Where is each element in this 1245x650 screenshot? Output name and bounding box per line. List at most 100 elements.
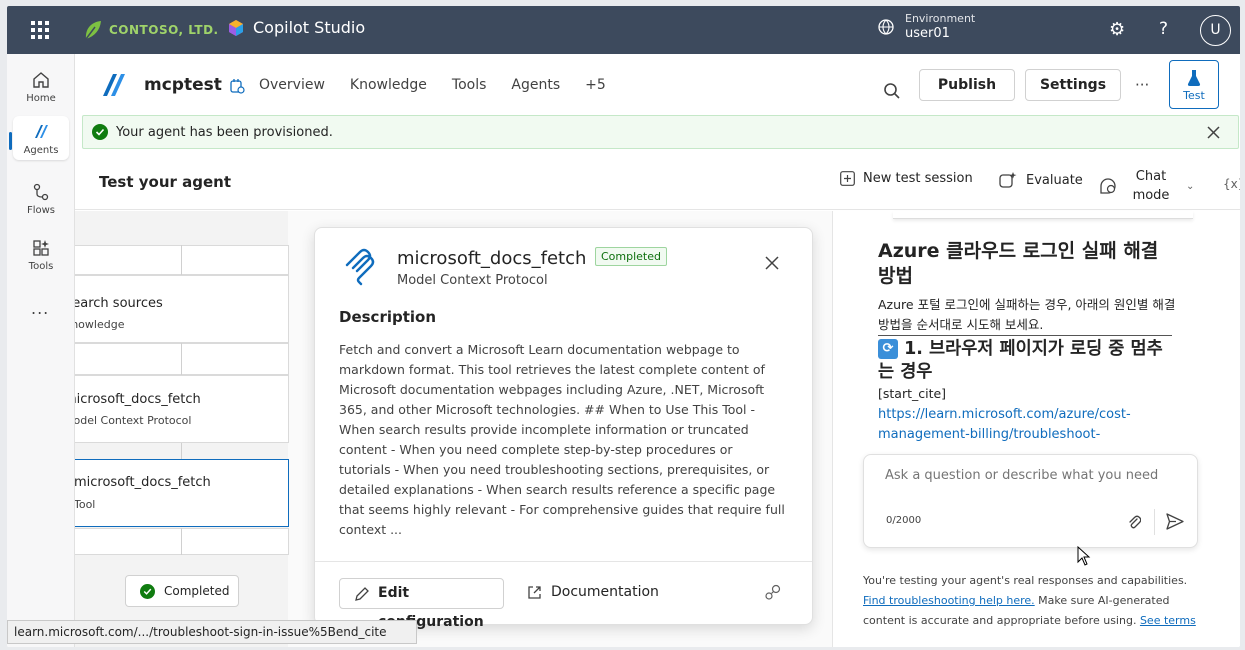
- card-footer: Edit configuration Documentation: [315, 561, 812, 630]
- more-options-icon[interactable]: ···: [1135, 76, 1149, 94]
- description-text: Fetch and convert a Microsoft Learn docu…: [339, 342, 785, 537]
- completed-status-pill: Completed: [125, 575, 239, 607]
- app-launcher-icon[interactable]: [31, 21, 49, 39]
- product-name[interactable]: Copilot Studio: [227, 18, 365, 37]
- documentation-label: Documentation: [551, 584, 659, 600]
- character-counter: 0/2000: [886, 515, 922, 526]
- completed-label: Completed: [164, 584, 230, 598]
- test-disclaimer: You're testing your agent's real respons…: [863, 571, 1208, 631]
- new-test-session-button[interactable]: New test session: [840, 171, 973, 186]
- tab-more[interactable]: +5: [585, 77, 606, 93]
- node-subtitle: Knowledge: [75, 318, 125, 331]
- agent-name: mcptest: [144, 75, 222, 95]
- node-subtitle: Model Context Protocol: [75, 414, 192, 427]
- response-divider: [878, 335, 1172, 336]
- response-section-heading: ⟳ 1. 브라우저 페이지가 로딩 중 멈추는 경우: [878, 338, 1178, 384]
- attach-icon[interactable]: [1127, 514, 1141, 530]
- top-bar: CONTOSO, LTD. Copilot Studio Environment…: [7, 6, 1240, 54]
- edit-configuration-button[interactable]: Edit configuration: [339, 578, 504, 630]
- rail-item-agents[interactable]: Agents: [13, 116, 69, 160]
- connector-line: [181, 528, 182, 555]
- evaluate-button[interactable]: Evaluate: [998, 171, 1083, 189]
- rail-more-icon[interactable]: ...: [31, 299, 49, 318]
- add-session-icon: [840, 171, 855, 186]
- test-panel-header: Test your agent New test session Evaluat…: [75, 152, 1240, 210]
- rail-active-indicator: [9, 132, 12, 150]
- home-icon: [33, 72, 49, 88]
- brand-logo: CONTOSO, LTD.: [83, 19, 219, 41]
- node-title: microsoft_docs_fetch: [75, 475, 211, 490]
- pencil-icon: [355, 587, 369, 601]
- agents-icon: [35, 125, 48, 138]
- status-bar-url: learn.microsoft.com/.../troubleshoot-sig…: [7, 620, 417, 644]
- tab-tools[interactable]: Tools: [452, 77, 487, 93]
- app-window: CONTOSO, LTD. Copilot Studio Environment…: [7, 6, 1240, 647]
- provisioned-banner: Your agent has been provisioned.: [82, 115, 1239, 149]
- chat-input[interactable]: [885, 468, 1175, 483]
- card-subtitle: Model Context Protocol: [397, 273, 548, 288]
- message-top-edge: [893, 211, 1193, 219]
- banner-close-icon[interactable]: [1207, 126, 1220, 139]
- mouse-cursor-icon: [1077, 546, 1091, 566]
- user-avatar[interactable]: U: [1200, 15, 1231, 46]
- response-intro: Azure 포털 로그인에 실패하는 경우, 아래의 원인별 해결 방법을 순서…: [878, 297, 1176, 332]
- tab-overview[interactable]: Overview: [259, 77, 325, 93]
- evaluate-icon: [999, 172, 1017, 188]
- send-icon[interactable]: [1166, 513, 1184, 530]
- tab-agents[interactable]: Agents: [511, 77, 560, 93]
- input-divider: [1154, 509, 1155, 535]
- copilot-studio-logo-icon: [229, 19, 243, 36]
- environment-value: user01: [905, 26, 950, 41]
- publish-button[interactable]: Publish: [919, 69, 1015, 101]
- status-badge: Completed: [595, 247, 667, 266]
- see-terms-link[interactable]: See terms: [1140, 614, 1196, 627]
- documentation-link[interactable]: Documentation: [527, 584, 659, 600]
- node-title: microsoft_docs_fetch: [75, 392, 201, 407]
- agent-header: mcptest Overview Knowledge Tools Agents …: [75, 54, 1240, 116]
- response-heading: Azure 클라우드 로그인 실패 해결 방법: [878, 240, 1159, 287]
- test-panel-title: Test your agent: [99, 173, 231, 191]
- citation-marker: [start_cite]: [878, 386, 947, 401]
- connection-icon[interactable]: [764, 584, 782, 602]
- open-external-icon: [528, 586, 541, 599]
- settings-button[interactable]: Settings: [1025, 69, 1121, 101]
- trace-node-mcp[interactable]: microsoft_docs_fetch Model Context Proto…: [75, 375, 289, 443]
- trace-node-search-sources[interactable]: Search sources Knowledge: [75, 275, 289, 343]
- connector-line: [181, 245, 182, 275]
- rail-item-home[interactable]: Home: [13, 64, 69, 108]
- disclaimer-text: You're testing your agent's real respons…: [863, 574, 1188, 587]
- search-icon[interactable]: [883, 82, 901, 100]
- tool-detail-card: microsoft_docs_fetch Completed Model Con…: [314, 227, 813, 630]
- chat-mode-label: Chat mode: [1132, 169, 1170, 203]
- trace-node-tool-selected[interactable]: microsoft_docs_fetch Tool: [75, 459, 289, 527]
- leaf-icon: [85, 21, 101, 40]
- connector-line: [181, 443, 182, 459]
- card-close-icon[interactable]: [765, 256, 779, 270]
- rail-item-flows[interactable]: Flows: [13, 176, 69, 220]
- environment-label: Environment: [905, 12, 976, 25]
- help-icon[interactable]: ?: [1159, 19, 1168, 39]
- node-title: Search sources: [75, 296, 163, 311]
- new-test-session-label: New test session: [863, 171, 973, 186]
- chat-mode-dropdown[interactable]: Chat mode ⌄: [1098, 167, 1194, 205]
- description-heading: Description: [339, 308, 437, 326]
- test-button[interactable]: Test: [1169, 60, 1219, 109]
- section-heading-text: 1. 브라우저 페이지가 로딩 중 멈추는 경우: [878, 339, 1163, 382]
- agent-nav-tabs: Overview Knowledge Tools Agents +5: [259, 77, 631, 93]
- settings-gear-icon[interactable]: ⚙: [1109, 19, 1125, 40]
- variables-icon[interactable]: {x}: [1223, 177, 1240, 191]
- troubleshooting-help-link[interactable]: Find troubleshooting help here.: [863, 594, 1035, 607]
- rail-label-home: Home: [26, 93, 56, 104]
- connector-line: [181, 343, 182, 375]
- rail-item-tools[interactable]: Tools: [13, 232, 69, 276]
- agent-status-icon[interactable]: [229, 78, 245, 94]
- trace-node-gap: [75, 343, 289, 375]
- evaluate-label: Evaluate: [1026, 172, 1083, 188]
- flows-icon: [33, 183, 49, 201]
- environment-picker[interactable]: Environment user01: [877, 12, 975, 42]
- chat-mode-icon: [1100, 178, 1116, 194]
- test-label: Test: [1183, 89, 1205, 102]
- tab-knowledge[interactable]: Knowledge: [350, 77, 427, 93]
- chat-input-box: 0/2000: [863, 454, 1198, 548]
- citation-link[interactable]: https://learn.microsoft.com/azure/cost-m…: [878, 405, 1131, 445]
